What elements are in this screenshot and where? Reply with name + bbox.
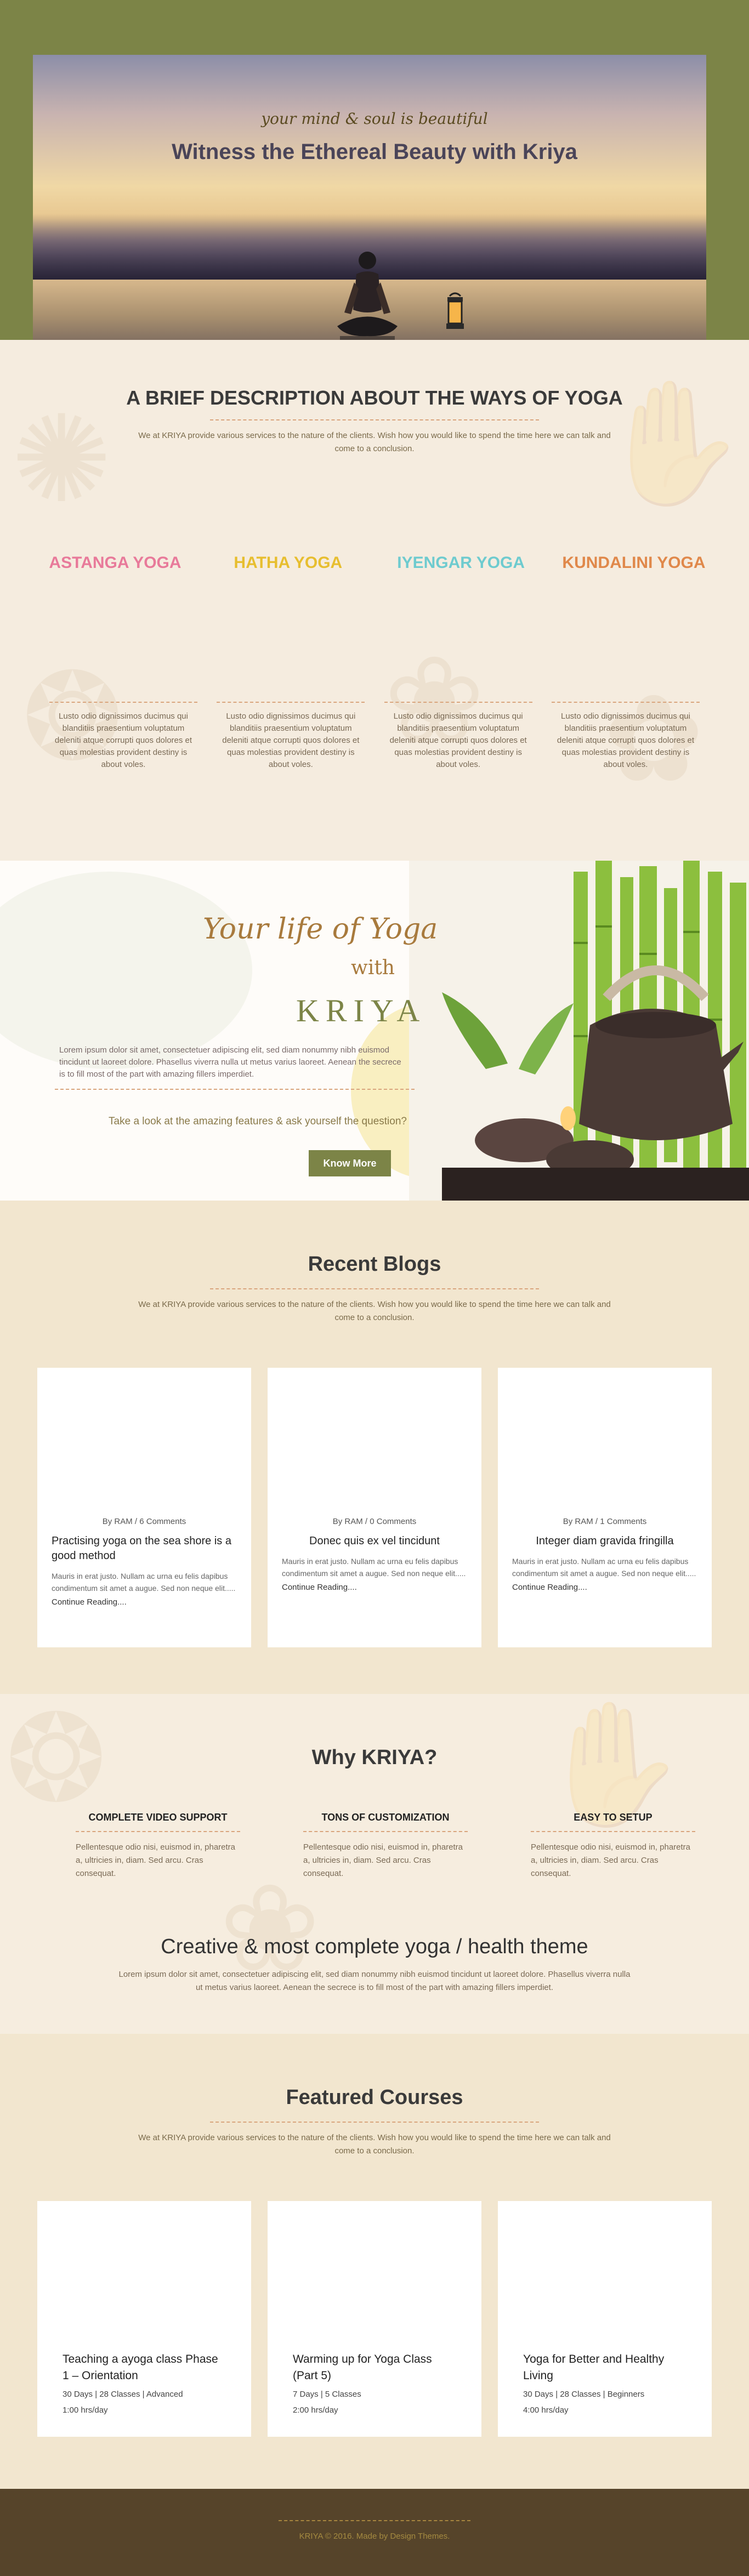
yoga-column-text: Lusto odio dignissimos ducimus qui bland… bbox=[557, 712, 695, 769]
courses-description: We at KRIYA provide various services to … bbox=[138, 2133, 611, 2156]
divider bbox=[551, 702, 700, 703]
yoga-type-hatha[interactable]: HATHA YOGA bbox=[206, 554, 370, 572]
feature-title: TONS OF CUSTOMIZATION bbox=[321, 1812, 450, 1823]
course-meta: 30 Days | 28 Classes | Advanced bbox=[63, 2390, 183, 2399]
yoga-column: Lusto odio dignissimos ducimus qui bland… bbox=[217, 702, 365, 771]
blog-meta: By RAM / 1 Comments bbox=[563, 1517, 647, 1526]
course-title[interactable]: Yoga for Better and Healthy Living bbox=[523, 2351, 686, 2384]
yoga-column-text: Lusto odio dignissimos ducimus qui bland… bbox=[222, 712, 360, 769]
life-of-yoga-section: Your life of Yoga with KRIYA Lorem ipsum… bbox=[0, 861, 749, 1201]
courses-title: Featured Courses bbox=[286, 2086, 463, 2109]
why-kriya-section: ❂ ✋ ❀ Why KRIYA? COMPLETE VIDEO SUPPORT … bbox=[0, 1694, 749, 2034]
divider bbox=[76, 1831, 240, 1832]
lantern-icon bbox=[446, 292, 464, 329]
feature-item: COMPLETE VIDEO SUPPORT Pellentesque odio… bbox=[76, 1812, 240, 1880]
life-brand: KRIYA bbox=[296, 993, 427, 1028]
feature-title: EASY TO SETUP bbox=[574, 1812, 652, 1823]
feature-text: Pellentesque odio nisi, euismod in, phar… bbox=[531, 1843, 691, 1878]
yoga-column: Lusto odio dignissimos ducimus qui bland… bbox=[49, 702, 197, 771]
yoga-type-astanga[interactable]: ASTANGA YOGA bbox=[33, 554, 197, 572]
blog-title[interactable]: Integer diam gravida fringilla bbox=[512, 1534, 697, 1549]
continue-reading-link[interactable]: Continue Reading.... bbox=[512, 1583, 697, 1592]
blog-card[interactable]: By RAM / 1 Comments Integer diam gravida… bbox=[498, 1368, 712, 1647]
creative-text: Lorem ipsum dolor sit amet, consectetuer… bbox=[118, 1970, 631, 1992]
yoga-types-list: ASTANGA YOGA HATHA YOGA IYENGAR YOGA KUN… bbox=[33, 554, 716, 572]
life-question: Take a look at the amazing features & as… bbox=[109, 1116, 407, 1127]
recent-blogs-section: Recent Blogs We at KRIYA provide various… bbox=[0, 1201, 749, 1694]
hand-pattern-icon: ✋ bbox=[598, 373, 748, 513]
divider bbox=[55, 1089, 415, 1090]
blog-card[interactable]: By RAM / 0 Comments Donec quis ex vel ti… bbox=[268, 1368, 481, 1647]
course-cards: Teaching a ayoga class Phase 1 – Orienta… bbox=[37, 2201, 712, 2437]
feature-title: COMPLETE VIDEO SUPPORT bbox=[88, 1812, 228, 1823]
course-time: 1:00 hrs/day bbox=[63, 2406, 108, 2415]
continue-reading-link[interactable]: Continue Reading.... bbox=[282, 1583, 467, 1592]
blog-card[interactable]: By RAM / 6 Comments Practising yoga on t… bbox=[37, 1368, 251, 1647]
yoga-column-text: Lusto odio dignissimos ducimus qui bland… bbox=[389, 712, 527, 769]
course-title[interactable]: Warming up for Yoga Class (Part 5) bbox=[293, 2351, 456, 2384]
yoga-type-iyengar[interactable]: IYENGAR YOGA bbox=[379, 554, 543, 572]
know-more-button[interactable]: Know More bbox=[309, 1150, 391, 1176]
hero-image bbox=[33, 55, 706, 340]
divider bbox=[303, 1831, 468, 1832]
blog-meta: By RAM / 0 Comments bbox=[332, 1517, 417, 1526]
blog-meta: By RAM / 6 Comments bbox=[102, 1517, 186, 1526]
course-meta: 7 Days | 5 Classes bbox=[293, 2390, 361, 2399]
ways-description: We at KRIYA provide various services to … bbox=[138, 431, 611, 453]
featured-courses-section: Featured Courses We at KRIYA provide var… bbox=[0, 2034, 749, 2489]
divider bbox=[210, 419, 539, 420]
yoga-ways-section: ✺ ✋ ❂ ❀ ✿ A BRIEF DESCRIPTION ABOUT THE … bbox=[0, 340, 749, 861]
hero-subtitle: your mind & soul is beautiful bbox=[261, 110, 488, 128]
feature-item: TONS OF CUSTOMIZATION Pellentesque odio … bbox=[303, 1812, 468, 1880]
yoga-type-kundalini[interactable]: KUNDALINI YOGA bbox=[552, 554, 716, 572]
meditating-person-figure bbox=[337, 252, 398, 340]
course-meta: 30 Days | 28 Classes | Beginners bbox=[523, 2390, 645, 2399]
footer-copyright: KRIYA © 2016. Made by Design Themes. bbox=[299, 2532, 450, 2541]
yoga-column: Lusto odio dignissimos ducimus qui bland… bbox=[384, 702, 532, 771]
mandala-pattern-icon: ✺ bbox=[11, 389, 112, 530]
feature-text: Pellentesque odio nisi, euismod in, phar… bbox=[76, 1843, 236, 1878]
life-with-text: with bbox=[351, 957, 395, 979]
course-card[interactable]: Yoga for Better and Healthy Living 30 Da… bbox=[498, 2201, 712, 2437]
yoga-column: Lusto odio dignissimos ducimus qui bland… bbox=[551, 702, 700, 771]
footer: KRIYA © 2016. Made by Design Themes. bbox=[0, 2489, 749, 2576]
blogs-title: Recent Blogs bbox=[308, 1253, 441, 1276]
course-title[interactable]: Teaching a ayoga class Phase 1 – Orienta… bbox=[63, 2351, 226, 2384]
course-time: 4:00 hrs/day bbox=[523, 2406, 569, 2415]
creative-title: Creative & most complete yoga / health t… bbox=[161, 1935, 588, 1958]
continue-reading-link[interactable]: Continue Reading.... bbox=[52, 1597, 237, 1607]
divider bbox=[279, 2520, 470, 2521]
divider bbox=[49, 702, 197, 703]
blog-title[interactable]: Donec quis ex vel tincidunt bbox=[282, 1534, 467, 1549]
blog-excerpt: Mauris in erat justo. Nullam ac urna eu … bbox=[512, 1557, 696, 1578]
blogs-description: We at KRIYA provide various services to … bbox=[138, 1300, 611, 1322]
feature-text: Pellentesque odio nisi, euismod in, phar… bbox=[303, 1843, 463, 1878]
hero-title: Witness the Ethereal Beauty with Kriya bbox=[172, 140, 577, 164]
divider bbox=[210, 1288, 539, 1289]
hero-section: your mind & soul is beautiful Witness th… bbox=[0, 0, 749, 340]
course-card[interactable]: Warming up for Yoga Class (Part 5) 7 Day… bbox=[268, 2201, 481, 2437]
course-time: 2:00 hrs/day bbox=[293, 2406, 338, 2415]
blog-excerpt: Mauris in erat justo. Nullam ac urna eu … bbox=[52, 1572, 236, 1593]
divider bbox=[531, 1831, 695, 1832]
why-features: COMPLETE VIDEO SUPPORT Pellentesque odio… bbox=[76, 1812, 695, 1880]
blog-excerpt: Mauris in erat justo. Nullam ac urna eu … bbox=[282, 1557, 466, 1578]
course-card[interactable]: Teaching a ayoga class Phase 1 – Orienta… bbox=[37, 2201, 251, 2437]
bamboo-teapot-image bbox=[409, 861, 749, 1201]
divider bbox=[210, 2122, 539, 2123]
divider bbox=[384, 702, 532, 703]
life-description: Lorem ipsum dolor sit amet, consectetuer… bbox=[59, 1045, 401, 1079]
blog-title[interactable]: Practising yoga on the sea shore is a go… bbox=[52, 1534, 237, 1563]
spiral-pattern-icon: ❂ bbox=[5, 1694, 107, 1829]
divider bbox=[217, 702, 365, 703]
blog-cards: By RAM / 6 Comments Practising yoga on t… bbox=[37, 1368, 712, 1647]
life-heading: Your life of Yoga bbox=[203, 913, 438, 946]
yoga-descriptions: Lusto odio dignissimos ducimus qui bland… bbox=[49, 702, 700, 771]
yoga-column-text: Lusto odio dignissimos ducimus qui bland… bbox=[54, 712, 192, 769]
feature-item: EASY TO SETUP Pellentesque odio nisi, eu… bbox=[531, 1812, 695, 1880]
